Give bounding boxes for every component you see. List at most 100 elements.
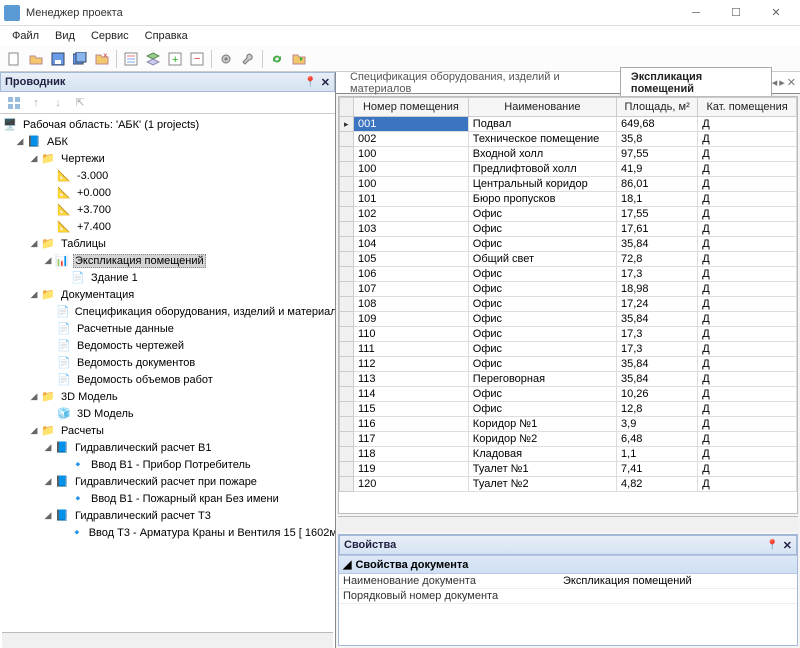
pin-icon[interactable]: 📍	[304, 77, 316, 88]
prop-row[interactable]: Наименование документаЭкспликация помеще…	[339, 574, 797, 589]
menu-view[interactable]: Вид	[47, 28, 83, 44]
remove-icon[interactable]: −	[187, 49, 207, 69]
col-area[interactable]: Площадь, м²	[617, 98, 698, 117]
table-row[interactable]: 105Общий свет72,8Д	[340, 252, 797, 267]
window-title: Менеджер проекта	[26, 7, 676, 19]
titlebar: Менеджер проекта ─ ☐ ✕	[0, 0, 800, 26]
properties-panel: Свойства 📍 ✕ ◢Свойства документа Наимено…	[338, 534, 798, 646]
table-row[interactable]: 110Офис17,3Д	[340, 327, 797, 342]
table-row[interactable]: 117Коридор №26,48Д	[340, 432, 797, 447]
svg-text:×: ×	[103, 52, 108, 60]
panel-close-icon[interactable]: ✕	[783, 539, 792, 552]
svg-text:+: +	[172, 54, 178, 66]
wrench-icon[interactable]	[238, 49, 258, 69]
table-row[interactable]: 100Центральный коридор86,01Д	[340, 177, 797, 192]
layers-icon[interactable]	[143, 49, 163, 69]
pin-icon[interactable]: 📍	[766, 540, 778, 551]
properties-header: Свойства 📍 ✕	[339, 535, 797, 555]
table-row[interactable]: 002Техническое помещение35,8Д	[340, 132, 797, 147]
tab-next-icon[interactable]: ▸	[779, 76, 785, 89]
table-row[interactable]: 108Офис17,24Д	[340, 297, 797, 312]
table-row[interactable]: 102Офис17,55Д	[340, 207, 797, 222]
table-row[interactable]: 120Туалет №24,82Д	[340, 477, 797, 492]
drawing-icon: 📐	[56, 169, 72, 183]
item-icon: 🔹	[70, 492, 86, 506]
panel-close-icon[interactable]: ✕	[321, 76, 330, 89]
calc-icon: 📘	[54, 475, 70, 489]
folder-icon: 📁	[40, 288, 56, 302]
calc-icon: 📘	[54, 509, 70, 523]
table-row[interactable]: 111Офис17,3Д	[340, 342, 797, 357]
doc-icon: 📄	[56, 356, 72, 370]
menubar: Файл Вид Сервис Справка	[0, 26, 800, 46]
menu-file[interactable]: Файл	[4, 28, 47, 44]
grid-scrollbar[interactable]	[338, 516, 798, 532]
table-row[interactable]: 101Бюро пропусков18,1Д	[340, 192, 797, 207]
menu-service[interactable]: Сервис	[83, 28, 137, 44]
explorer-toolbar: ↑ ↓ ⇱	[0, 92, 335, 114]
tab-spec[interactable]: Спецификация оборудования, изделий и мат…	[340, 68, 620, 98]
refresh-icon[interactable]	[267, 49, 287, 69]
table-row[interactable]: 113Переговорная35,84Д	[340, 372, 797, 387]
calc-icon: 📘	[54, 441, 70, 455]
explorer-header: Проводник 📍 ✕	[0, 72, 335, 92]
folder-icon: 📁	[40, 152, 56, 166]
table-row[interactable]: 115Офис12,8Д	[340, 402, 797, 417]
table-row[interactable]: 118Кладовая1,1Д	[340, 447, 797, 462]
explorer-scrollbar[interactable]	[2, 632, 333, 648]
table-row[interactable]: 107Офис18,98Д	[340, 282, 797, 297]
tree-view-icon[interactable]	[4, 93, 24, 113]
drawing-icon: 📐	[56, 186, 72, 200]
collapse-icon[interactable]: ⇱	[70, 93, 90, 113]
table-icon: 📊	[54, 254, 70, 268]
table-row[interactable]: 104Офис35,84Д	[340, 237, 797, 252]
export-icon[interactable]	[289, 49, 309, 69]
table-row[interactable]: 109Офис35,84Д	[340, 312, 797, 327]
table-row[interactable]: 116Коридор №13,9Д	[340, 417, 797, 432]
close-doc-icon[interactable]: ×	[92, 49, 112, 69]
up-icon[interactable]: ↑	[26, 93, 46, 113]
table-row[interactable]: 106Офис17,3Д	[340, 267, 797, 282]
maximize-button[interactable]: ☐	[716, 0, 756, 26]
props-group[interactable]: ◢Свойства документа	[339, 555, 797, 574]
properties-icon[interactable]	[121, 49, 141, 69]
tab-prev-icon[interactable]: ◂	[772, 76, 778, 89]
tab-close-icon[interactable]: ✕	[787, 76, 796, 89]
doc-icon: 📄	[56, 339, 72, 353]
app-icon	[4, 5, 20, 21]
item-icon: 🔹	[70, 526, 84, 540]
table-row[interactable]: 114Офис10,26Д	[340, 387, 797, 402]
table-row[interactable]: 100Входной холл97,55Д	[340, 147, 797, 162]
down-icon[interactable]: ↓	[48, 93, 68, 113]
drawing-icon: 📐	[56, 203, 72, 217]
doc-icon: 📄	[56, 373, 72, 387]
save-icon[interactable]	[48, 49, 68, 69]
project-tree[interactable]: 🖥️Рабочая область: 'АБК' (1 projects) ◢📘…	[0, 114, 335, 632]
tab-explication[interactable]: Экспликация помещений	[620, 67, 772, 99]
table-row[interactable]: 119Туалет №17,41Д	[340, 462, 797, 477]
prop-row[interactable]: Порядковый номер документа	[339, 589, 797, 604]
folder-icon: 📁	[40, 424, 56, 438]
table-row[interactable]: 112Офис35,84Д	[340, 357, 797, 372]
project-icon: 📘	[26, 135, 42, 149]
col-number[interactable]: Номер помещения	[354, 98, 469, 117]
minimize-button[interactable]: ─	[676, 0, 716, 26]
drawing-icon: 📐	[56, 220, 72, 234]
table-row[interactable]: 001Подвал649,68Д	[340, 117, 797, 132]
open-icon[interactable]	[26, 49, 46, 69]
sheet-icon: 📄	[70, 271, 86, 285]
explorer-panel: Проводник 📍 ✕ ↑ ↓ ⇱ 🖥️Рабочая область: '…	[0, 72, 336, 648]
col-category[interactable]: Кат. помещения	[698, 98, 797, 117]
table-row[interactable]: 100Предлифтовой холл41,9Д	[340, 162, 797, 177]
rooms-grid[interactable]: Номер помещения Наименование Площадь, м²…	[338, 96, 798, 514]
table-row[interactable]: 103Офис17,61Д	[340, 222, 797, 237]
new-icon[interactable]	[4, 49, 24, 69]
add-icon[interactable]: +	[165, 49, 185, 69]
saveall-icon[interactable]	[70, 49, 90, 69]
settings-icon[interactable]	[216, 49, 236, 69]
menu-help[interactable]: Справка	[137, 28, 196, 44]
col-name[interactable]: Наименование	[468, 98, 616, 117]
close-button[interactable]: ✕	[756, 0, 796, 26]
svg-text:−: −	[194, 53, 200, 65]
doc-icon: 📄	[56, 305, 70, 319]
